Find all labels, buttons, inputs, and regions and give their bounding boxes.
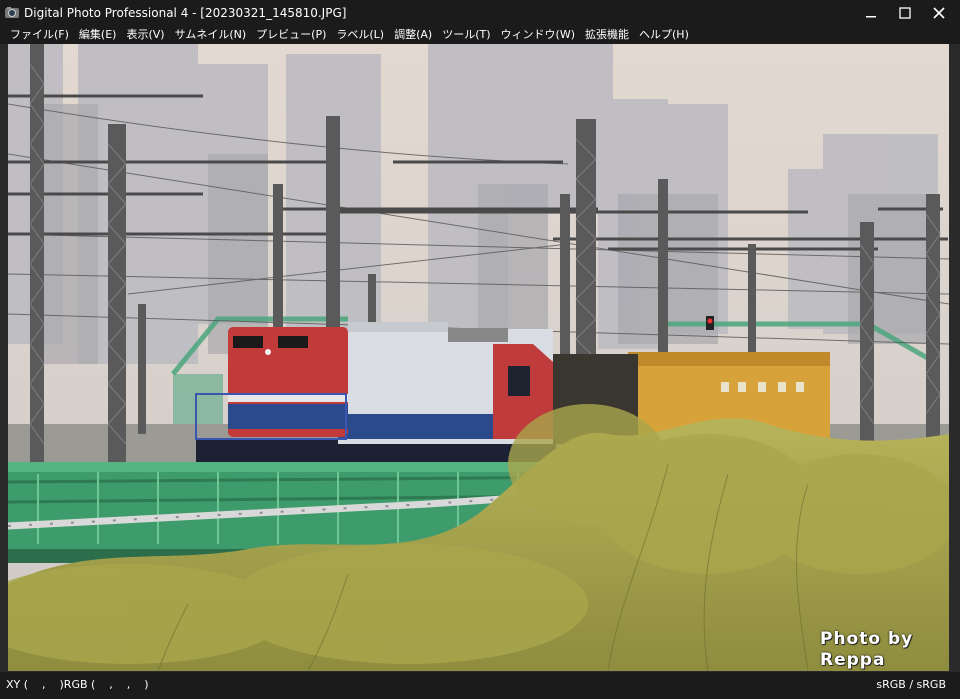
menu-thumbnail[interactable]: サムネイル(N) [170,25,252,44]
photo-image [8,44,949,671]
menu-preview[interactable]: プレビュー(P) [251,25,331,44]
menu-bar: ファイル(F) 編集(E) 表示(V) サムネイル(N) プレビュー(P) ラベ… [0,25,960,44]
menu-tools[interactable]: ツール(T) [437,25,495,44]
maximize-icon [899,6,911,19]
window-title: Digital Photo Professional 4 - [20230321… [24,5,347,20]
watermark-line-2: Reppa [820,650,886,670]
menu-window[interactable]: ウィンドウ(W) [496,25,580,44]
title-bar: Digital Photo Professional 4 - [20230321… [0,0,960,25]
menu-extensions[interactable]: 拡張機能 [580,25,634,44]
menu-edit[interactable]: 編集(E) [74,25,122,44]
status-bar: XY ( , )RGB ( , , ) sRGB / sRGB [0,672,960,699]
watermark-line-1: Photo by [820,629,914,649]
photo-preview[interactable]: Photo by Reppa [8,44,949,671]
menu-label[interactable]: ラベル(L) [331,25,389,44]
xy-rgb-readout: XY ( , )RGB ( , , ) [6,678,149,691]
minimize-button[interactable] [854,0,888,25]
menu-adjust[interactable]: 調整(A) [389,25,437,44]
dpp-app-icon [5,6,19,18]
menu-view[interactable]: 表示(V) [121,25,169,44]
maximize-button[interactable] [888,0,922,25]
menu-help[interactable]: ヘルプ(H) [634,25,694,44]
color-space-indicator: sRGB / sRGB [876,678,946,691]
photo-watermark: Photo by Reppa [820,629,945,671]
preview-viewer[interactable]: Photo by Reppa [0,44,960,672]
close-button[interactable] [922,0,956,25]
close-icon [933,6,945,19]
menu-file[interactable]: ファイル(F) [5,25,74,44]
minimize-icon [866,15,876,17]
